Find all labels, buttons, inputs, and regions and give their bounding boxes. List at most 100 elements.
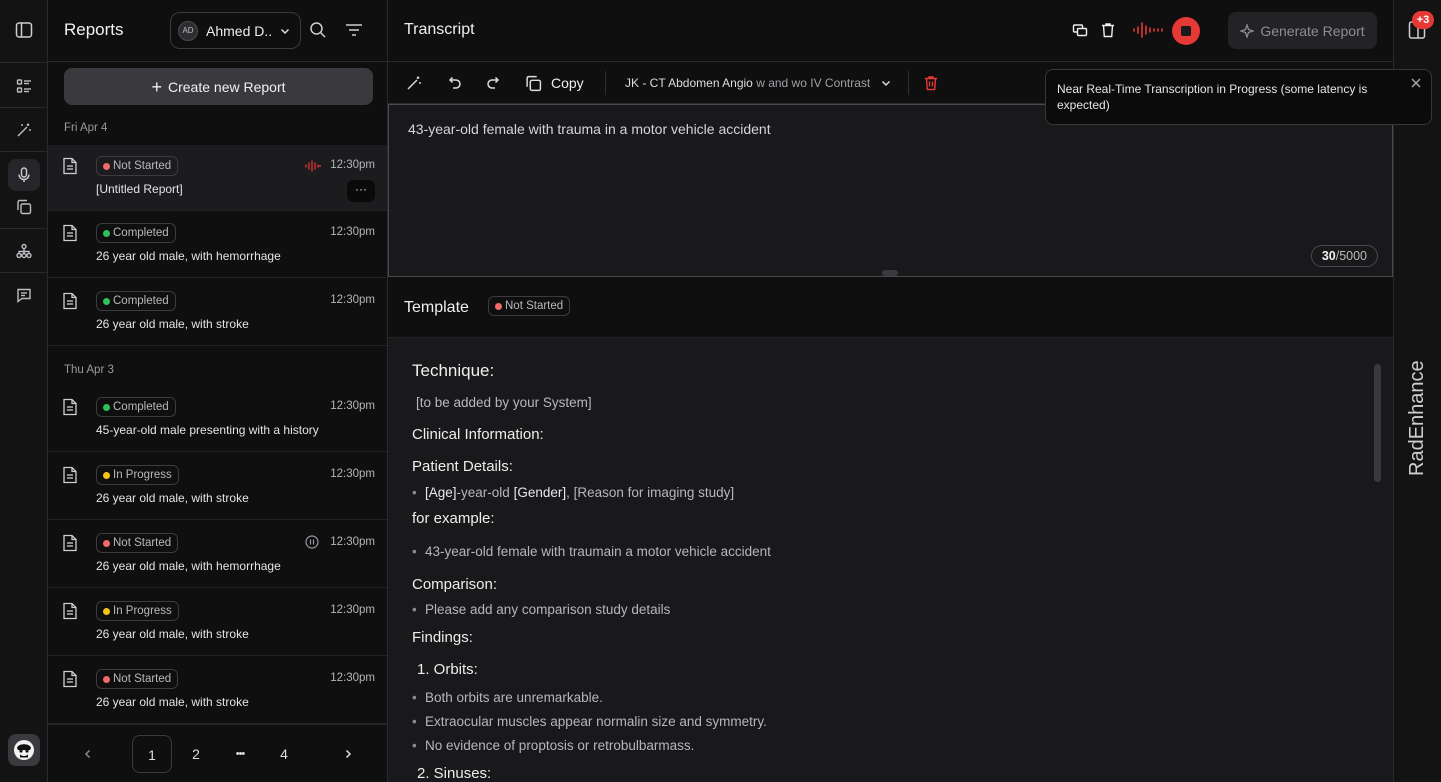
character-limit: /5000 — [1335, 249, 1367, 263]
toast-message: Near Real-Time Transcription in Progress… — [1057, 82, 1368, 112]
resize-handle[interactable] — [882, 270, 898, 276]
chevron-right-icon[interactable] — [328, 735, 368, 773]
status-label: Not Started — [505, 300, 564, 312]
chevron-down-icon — [279, 25, 291, 37]
list-icon[interactable] — [8, 70, 40, 102]
user-avatar-icon[interactable] — [8, 734, 40, 766]
status-label: Completed — [113, 227, 169, 239]
user-name: Ahmed D.. — [206, 23, 273, 39]
report-title: [Untitled Report] — [96, 182, 183, 196]
pagination: 1 2 ••• 4 — [48, 724, 388, 782]
report-row[interactable]: In Progress 12:30pm 26 year old male, with… — [48, 454, 387, 520]
report-title: 26 year old male, with hemorrhage — [96, 559, 281, 573]
filter-icon[interactable] — [345, 22, 363, 38]
status-badge: Completed — [96, 223, 176, 243]
status-badge: Not Started — [96, 533, 179, 553]
sidebar-toggle-icon[interactable] — [8, 14, 40, 46]
document-icon — [62, 534, 78, 552]
report-time: 12:30pm — [330, 400, 375, 412]
microphone-icon[interactable] — [8, 159, 40, 191]
page-ellipsis[interactable]: ••• — [220, 735, 260, 773]
patient-heading: Patient Details: — [412, 458, 513, 475]
report-row[interactable]: Not Started 12:30pm [Untitled Report] ··· — [48, 145, 387, 211]
report-row[interactable]: Not Started 12:30pm 26 year old male, with… — [48, 658, 387, 724]
status-label: Completed — [113, 401, 169, 413]
status-badge: Completed — [96, 397, 176, 417]
orbits-item: Extraocular muscles appear normalin size… — [412, 714, 767, 729]
sparkle-icon — [1240, 23, 1255, 38]
document-icon — [62, 157, 78, 175]
magic-wand-icon[interactable] — [8, 114, 40, 146]
example-heading: for example: — [412, 510, 495, 527]
generate-report-label: Generate Report — [1260, 22, 1365, 39]
status-badge: Not Started — [96, 669, 179, 689]
template-dropdown[interactable]: JK - CT Abdomen Angio w and wo IV Contra… — [625, 76, 870, 90]
status-badge: Completed — [96, 291, 176, 311]
more-options-button[interactable]: ··· — [347, 180, 375, 202]
report-time: 12:30pm — [330, 159, 375, 171]
status-badge: Not Started — [488, 296, 571, 316]
character-count: 30 — [1321, 249, 1336, 263]
report-row[interactable]: Completed 12:30pm 26 year old male, with h… — [48, 212, 387, 278]
chevron-down-icon[interactable] — [880, 77, 892, 89]
document-icon — [62, 292, 78, 310]
report-row[interactable]: Completed 12:30pm 45-year-old male present… — [48, 386, 387, 452]
trash-icon[interactable] — [1101, 22, 1115, 38]
delete-template-icon[interactable] — [924, 75, 938, 91]
page-button[interactable]: 4 — [264, 735, 304, 773]
screen-share-icon[interactable] — [1072, 22, 1088, 38]
hierarchy-icon[interactable] — [8, 235, 40, 267]
page-button[interactable]: 1 — [132, 735, 172, 773]
magic-wand-icon[interactable] — [406, 75, 422, 91]
report-row[interactable]: Not Started 12:30pm 26 year old male, with… — [48, 522, 387, 588]
report-row[interactable]: Completed 12:30pm 26 year old male, with s… — [48, 280, 387, 346]
date-group-header: Thu Apr 3 — [64, 364, 114, 376]
redo-icon[interactable] — [486, 75, 502, 91]
create-report-button[interactable]: + Create new Report — [64, 68, 373, 105]
copy-label: Copy — [551, 75, 584, 91]
clinical-heading: Clinical Information: — [412, 426, 544, 443]
comparison-item: Please add any comparison study details — [412, 602, 670, 617]
copy-icon[interactable] — [8, 191, 40, 223]
document-icon — [62, 398, 78, 416]
chat-icon[interactable] — [8, 279, 40, 311]
search-icon[interactable] — [309, 21, 327, 39]
undo-icon[interactable] — [446, 75, 462, 91]
report-title: 26 year old male, with stroke — [96, 317, 249, 331]
character-counter: 30/5000 — [1310, 245, 1378, 267]
age-placeholder: [Age] — [425, 485, 457, 500]
gender-placeholder: [Gender] — [513, 485, 567, 500]
report-time: 12:30pm — [330, 604, 375, 616]
date-group-header: Fri Apr 4 — [64, 122, 108, 134]
stop-recording-button[interactable] — [1172, 17, 1200, 45]
document-icon — [62, 224, 78, 242]
user-dropdown[interactable]: AD Ahmed D.. — [170, 12, 301, 49]
status-label: Not Started — [113, 673, 172, 685]
patient-item-text: -year-old — [456, 485, 514, 500]
template-title: Template — [404, 299, 469, 316]
sinuses-heading: 2. Sinuses: — [417, 765, 492, 782]
report-time: 12:30pm — [330, 468, 375, 480]
transcript-editor[interactable]: 43-year-old female with trauma in a moto… — [388, 104, 1393, 277]
report-title: 26 year old male, with stroke — [96, 491, 249, 505]
patient-item: [Age]-year-old [Gender], [Reason for ima… — [412, 485, 735, 500]
document-icon — [62, 602, 78, 620]
comparison-heading: Comparison: — [412, 576, 498, 593]
generate-report-button[interactable]: Generate Report — [1228, 12, 1377, 49]
transcript-text: 43-year-old female with trauma in a moto… — [408, 121, 771, 137]
status-label: In Progress — [113, 469, 172, 481]
notification-count-badge: +3 — [1412, 11, 1434, 29]
report-row[interactable]: In Progress 12:30pm 26 year old male, with… — [48, 590, 387, 656]
status-dot — [103, 472, 110, 479]
status-badge: Not Started — [96, 156, 179, 176]
page-button[interactable]: 2 — [176, 735, 216, 773]
report-title: 45-year-old male presenting with a histo… — [96, 423, 319, 437]
brand-logo: RadEnhance — [1406, 360, 1428, 476]
reason-placeholder: , [Reason for imaging study] — [566, 485, 735, 500]
document-icon — [62, 466, 78, 484]
close-icon[interactable] — [1411, 78, 1421, 88]
technique-heading: Technique: — [412, 361, 495, 380]
chevron-left-icon[interactable] — [68, 735, 108, 773]
status-dot — [103, 608, 110, 615]
scrollbar[interactable] — [1374, 364, 1381, 482]
